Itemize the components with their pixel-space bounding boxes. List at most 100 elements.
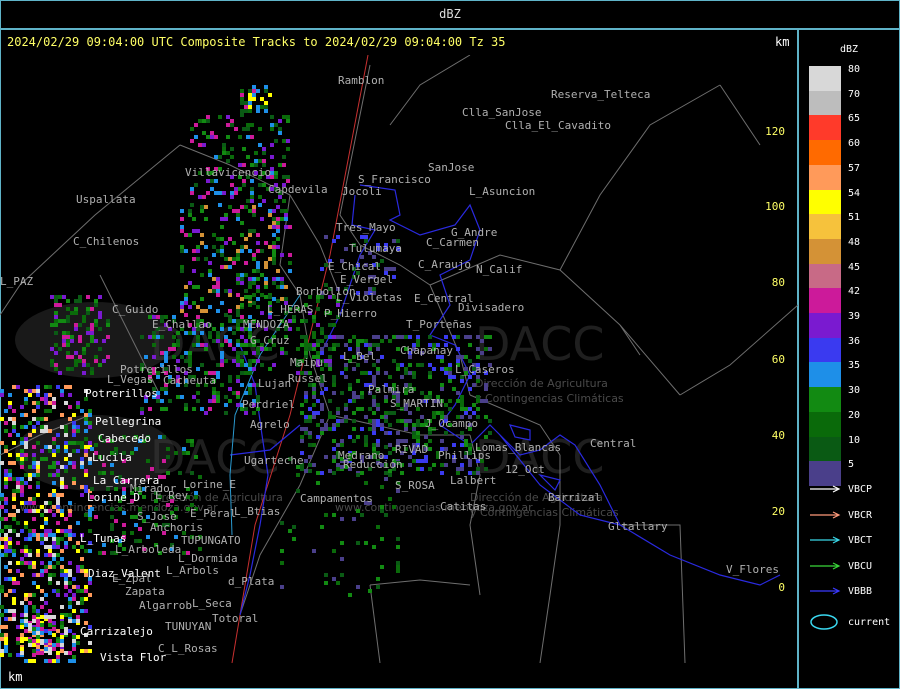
echo-pixel [36,473,40,477]
echo-pixel [64,627,68,631]
echo-pixel [472,383,476,387]
echo-pixel [66,315,70,319]
echo-pixel [460,435,464,439]
echo-pixel [90,307,94,311]
echo-pixel [424,435,428,439]
echo-pixel [76,441,80,445]
echo-pixel [220,355,224,359]
echo-pixel [20,501,24,505]
echo-pixel [332,423,336,427]
echo-pixel [304,319,308,323]
echo-pixel [44,401,48,405]
echo-pixel [44,639,48,643]
echo-pixel [328,363,332,367]
echo-pixel [110,523,114,527]
echo-pixel [340,335,344,339]
echo-pixel [188,281,192,285]
echo-pixel [24,597,28,601]
echo-pixel [20,529,24,533]
echo-pixel [276,285,280,289]
echo-pixel [210,179,214,183]
echo-pixel [220,265,224,269]
echo-pixel [44,445,48,449]
echo-pixel [66,339,70,343]
echo-pixel [216,289,220,293]
echo-pixel [20,449,24,453]
echo-pixel [324,363,328,367]
echo-pixel [48,533,52,537]
echo-pixel [32,461,36,465]
echo-pixel [32,417,36,421]
echo-pixel [204,411,208,415]
status-line: 2024/02/29 09:04:00 UTC Composite Tracks… [7,35,506,49]
echo-pixel [280,281,284,285]
echo-pixel [20,619,24,623]
echo-pixel [32,619,36,623]
echo-pixel [372,411,376,415]
echo-pixel [234,191,238,195]
echo-pixel [50,295,54,299]
echo-pixel [376,423,380,427]
echo-pixel [278,127,282,131]
track-swatch [809,510,841,521]
echo-pixel [36,481,40,485]
echo-pixel [376,347,380,351]
echo-pixel [448,399,452,403]
echo-pixel [188,355,192,359]
echo-pixel [236,273,240,277]
echo-pixel [72,655,76,659]
echo-pixel [190,139,194,143]
place-label: Campamentos [300,492,373,505]
echo-pixel [20,561,24,565]
echo-pixel [292,319,296,323]
echo-pixel [40,513,44,517]
echo-pixel [276,245,280,249]
echo-pixel [12,489,16,493]
echo-pixel [188,351,192,355]
echo-pixel [344,343,348,347]
echo-pixel [44,385,48,389]
echo-pixel [404,423,408,427]
place-label: Clla_El_Cavadito [505,119,611,132]
echo-pixel [272,225,276,229]
echo-pixel [0,545,4,549]
echo-pixel [40,457,44,461]
echo-pixel [364,541,368,545]
echo-pixel [52,401,56,405]
echo-pixel [372,427,376,431]
echo-pixel [188,213,192,217]
echo-pixel [316,399,320,403]
echo-pixel [222,143,226,147]
echo-pixel [190,191,194,195]
echo-pixel [4,617,8,621]
echo-pixel [270,155,274,159]
echo-pixel [228,257,232,261]
echo-pixel [84,473,88,477]
echo-pixel [196,343,200,347]
place-label: L_Asuncion [469,185,535,198]
echo-pixel [312,343,316,347]
echo-pixel [244,109,248,113]
echo-pixel [244,411,248,415]
echo-pixel [376,577,380,581]
radar-map[interactable]: DACC DACC Dirección de Agricultura y Con… [0,55,798,663]
echo-pixel [240,233,244,237]
echo-pixel [184,249,188,253]
echo-pixel [48,615,52,619]
echo-pixel [68,589,72,593]
echo-pixel [28,643,32,647]
echo-pixel [270,115,274,119]
echo-pixel [72,449,76,453]
echo-pixel [56,529,60,533]
echo-pixel [392,335,396,339]
echo-pixel [304,347,308,351]
echo-pixel [52,627,56,631]
echo-pixel [44,457,48,461]
echo-pixel [4,641,8,645]
echo-pixel [484,387,488,391]
echo-pixel [476,347,480,351]
echo-pixel [28,533,32,537]
echo-pixel [78,299,82,303]
echo-pixel [52,621,56,625]
echo-pixel [68,597,72,601]
